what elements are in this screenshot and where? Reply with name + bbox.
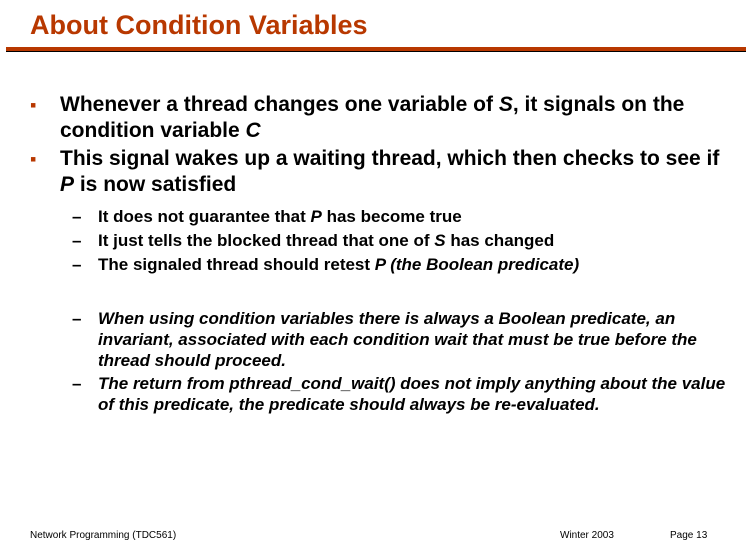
sub-bullet: – The signaled thread should retest P (t… [72, 254, 738, 276]
footer-course: Network Programming (TDC561) [30, 530, 176, 541]
sub-bullet: – The return from pthread_cond_wait() do… [72, 373, 738, 415]
slide-title: About Condition Variables [30, 10, 756, 41]
sub-bullet-text: The return from pthread_cond_wait() does… [98, 373, 738, 415]
sub-bullet-text: It just tells the blocked thread that on… [98, 230, 554, 251]
slide-content: ▪ Whenever a thread changes one variable… [0, 52, 756, 415]
sub-bullet: – It does not guarantee that P has becom… [72, 206, 738, 228]
major-bullet: ▪ This signal wakes up a waiting thread,… [30, 146, 738, 198]
square-bullet-icon: ▪ [30, 92, 60, 119]
dash-icon: – [72, 308, 98, 330]
dash-icon: – [72, 254, 98, 276]
major-bullet: ▪ Whenever a thread changes one variable… [30, 92, 738, 144]
dash-icon: – [72, 230, 98, 252]
square-bullet-icon: ▪ [30, 146, 60, 173]
bullet-text: Whenever a thread changes one variable o… [60, 92, 738, 144]
sub-bullet-text: When using condition variables there is … [98, 308, 738, 371]
footer-term: Winter 2003 [560, 530, 614, 541]
dash-icon: – [72, 373, 98, 395]
sub-bullet: – When using condition variables there i… [72, 308, 738, 371]
sub-bullet-list: – It does not guarantee that P has becom… [30, 206, 738, 276]
footer-page: Page 13 [670, 530, 707, 541]
bullet-text: This signal wakes up a waiting thread, w… [60, 146, 738, 198]
sub-bullet: – It just tells the blocked thread that … [72, 230, 738, 252]
sub-bullet-text: The signaled thread should retest P (the… [98, 254, 579, 275]
dash-icon: – [72, 206, 98, 228]
sub-bullet-list: – When using condition variables there i… [30, 308, 738, 415]
major-bullet-list: ▪ Whenever a thread changes one variable… [30, 92, 738, 198]
sub-bullet-text: It does not guarantee that P has become … [98, 206, 462, 227]
